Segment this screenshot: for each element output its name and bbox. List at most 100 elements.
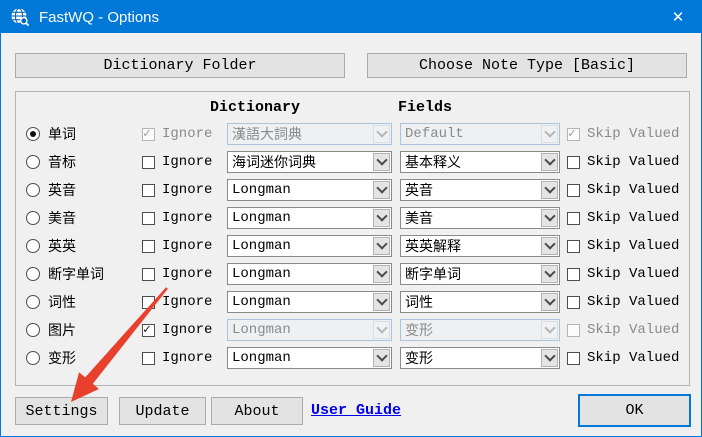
word-type-label: 美音 [48,208,76,228]
fields-select-value: 断字单词 [401,264,480,284]
ignore-checkbox [142,128,155,141]
dictionary-select-value: Longman [228,350,310,366]
settings-button[interactable]: Settings [15,397,108,425]
fields-select[interactable]: 美音 [400,207,560,229]
ignore-checkbox[interactable] [142,156,155,169]
fields-select[interactable]: 基本释义 [400,151,560,173]
ignore-checkbox[interactable] [142,268,155,281]
word-type-label: 变形 [48,348,76,368]
ignore-checkbox[interactable] [142,352,155,365]
dictionary-select-value: Longman [228,210,310,226]
word-type-radio[interactable] [26,351,40,365]
word-type-label: 英音 [48,180,76,200]
ignore-checkbox[interactable] [142,240,155,253]
chevron-down-icon [541,181,558,199]
fields-select[interactable]: 断字单词 [400,263,560,285]
ignore-cell: Ignore [142,182,227,198]
ignore-cell: Ignore [142,322,227,338]
ignore-label: Ignore [162,350,212,366]
word-type-radio[interactable] [26,155,40,169]
fields-select-value: 英英解释 [401,236,480,256]
skip-valued-checkbox[interactable] [567,212,580,225]
dictionary-select-value: 海词迷你词典 [228,152,335,172]
word-type-radio[interactable] [26,323,40,337]
chevron-down-icon [541,237,558,255]
skip-valued-checkbox[interactable] [567,240,580,253]
word-type-label: 英英 [48,236,76,256]
dictionary-select[interactable]: Longman [227,291,392,313]
dictionary-select[interactable]: Longman [227,263,392,285]
dictionary-select[interactable]: 海词迷你词典 [227,151,392,173]
choose-note-type-button[interactable]: Choose Note Type [Basic] [367,53,687,78]
dictionary-select[interactable]: Longman [227,179,392,201]
ignore-cell: Ignore [142,266,227,282]
word-type-radio[interactable] [26,183,40,197]
ignore-checkbox[interactable] [142,184,155,197]
word-type-cell: 变形 [26,348,142,368]
skip-valued-checkbox[interactable] [567,268,580,281]
ignore-checkbox[interactable] [142,324,155,337]
ignore-label: Ignore [162,154,212,170]
dictionary-select[interactable]: Longman [227,235,392,257]
word-type-cell: 词性 [26,292,142,312]
update-button[interactable]: Update [119,397,206,425]
skip-valued-cell: Skip Valued [567,350,679,366]
dictionary-select: Longman [227,319,392,341]
skip-valued-label: Skip Valued [587,294,679,310]
chevron-down-icon [541,125,558,143]
dictionary-folder-button[interactable]: Dictionary Folder [15,53,345,78]
fields-select[interactable]: 词性 [400,291,560,313]
about-button[interactable]: About [211,397,303,425]
fields-select: Default [400,123,560,145]
window-title: FastWQ - Options [39,9,159,26]
ignore-cell: Ignore [142,238,227,254]
word-type-cell: 美音 [26,208,142,228]
skip-valued-label: Skip Valued [587,182,679,198]
skip-valued-checkbox[interactable] [567,296,580,309]
skip-valued-cell: Skip Valued [567,210,679,226]
fields-select-value: 美音 [401,208,452,228]
ignore-label: Ignore [162,238,212,254]
dictionary-column-header: Dictionary [210,99,300,116]
word-type-radio[interactable] [26,127,40,141]
word-type-label: 音标 [48,152,76,172]
word-type-radio[interactable] [26,211,40,225]
ok-button[interactable]: OK [578,394,691,427]
word-type-radio[interactable] [26,239,40,253]
word-type-radio[interactable] [26,295,40,309]
dictionary-select-value: Longman [228,266,310,282]
skip-valued-checkbox[interactable] [567,352,580,365]
chevron-down-icon [373,265,390,283]
option-row: 词性 Ignore Longman 词性 Skip Valued [16,288,689,316]
fields-select: 变形 [400,319,560,341]
skip-valued-checkbox[interactable] [567,156,580,169]
dictionary-select: 漢語大詞典 [227,123,392,145]
ignore-checkbox[interactable] [142,212,155,225]
fields-select[interactable]: 英音 [400,179,560,201]
ignore-cell: Ignore [142,126,227,142]
fields-select[interactable]: 变形 [400,347,560,369]
chevron-down-icon [373,153,390,171]
word-type-cell: 单词 [26,124,142,144]
titlebar: FastWQ - Options ✕ [1,1,701,33]
word-type-cell: 图片 [26,320,142,340]
skip-valued-label: Skip Valued [587,322,679,338]
ignore-label: Ignore [162,126,212,142]
word-type-label: 断字单词 [48,264,104,284]
word-type-radio[interactable] [26,267,40,281]
options-window: FastWQ - Options ✕ Dictionary Folder Cho… [0,0,702,437]
user-guide-link[interactable]: User Guide [311,402,401,419]
skip-valued-cell: Skip Valued [567,126,679,142]
chevron-down-icon [541,293,558,311]
skip-valued-checkbox [567,324,580,337]
ignore-label: Ignore [162,294,212,310]
ignore-checkbox[interactable] [142,296,155,309]
chevron-down-icon [541,349,558,367]
skip-valued-checkbox[interactable] [567,184,580,197]
fields-select[interactable]: 英英解释 [400,235,560,257]
dictionary-select[interactable]: Longman [227,347,392,369]
option-row: 变形 Ignore Longman 变形 Skip Valued [16,344,689,372]
word-type-label: 单词 [48,124,76,144]
dictionary-select[interactable]: Longman [227,207,392,229]
close-button[interactable]: ✕ [655,1,701,33]
